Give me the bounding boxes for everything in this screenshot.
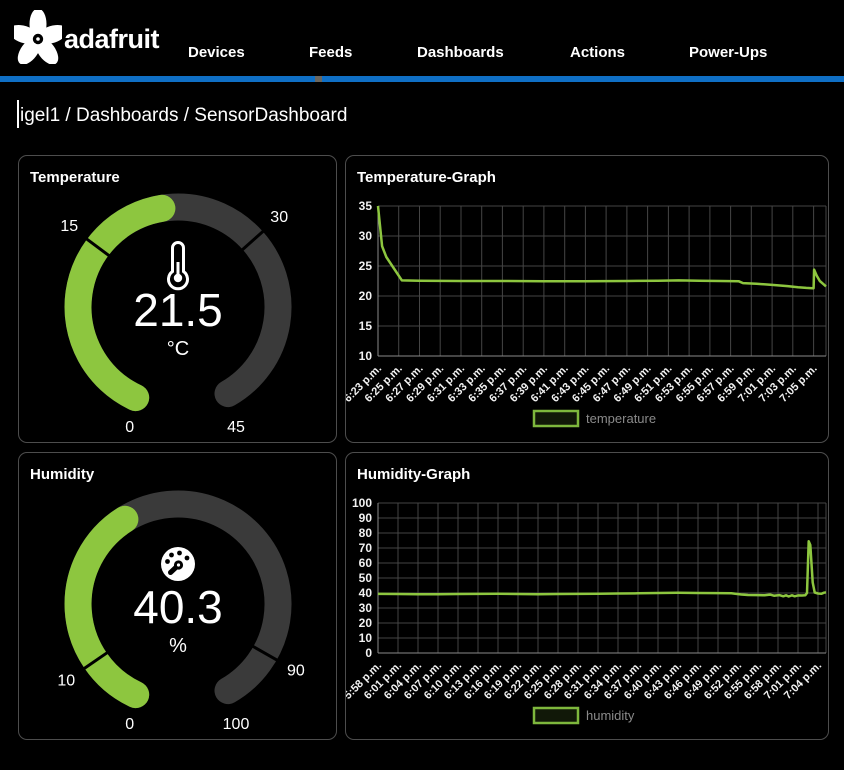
svg-text:35: 35 — [359, 199, 373, 213]
svg-text:10: 10 — [359, 631, 373, 645]
breadcrumb-dashboard-name[interactable]: SensorDashboard — [194, 105, 347, 126]
nav-item-powerups[interactable]: Power-Ups — [689, 44, 767, 61]
nav-item-dashboards[interactable]: Dashboards — [417, 44, 504, 61]
svg-text:temperature: temperature — [586, 411, 656, 426]
temperature-gauge: 15 30 0 45 21.5°C — [30, 189, 325, 441]
svg-text:°C: °C — [167, 338, 189, 360]
svg-text:10: 10 — [359, 349, 373, 363]
breadcrumb-dashboards[interactable]: Dashboards — [76, 105, 178, 126]
humidity-graph-canvas: 10090807060504030201005:58 p.m.6:01 p.m.… — [346, 487, 828, 740]
svg-text:15: 15 — [60, 218, 78, 235]
meter-icon — [161, 547, 195, 581]
dashboard-grid: Temperature 15 30 0 45 21.5°C Temperature-G… — [18, 155, 844, 740]
svg-text:90: 90 — [359, 511, 373, 525]
svg-text:0: 0 — [125, 716, 134, 733]
humidity-gauge: 10 90 0 100 40.3% — [30, 486, 325, 738]
svg-text:0: 0 — [365, 646, 372, 660]
svg-text:%: % — [169, 635, 187, 657]
svg-text:40: 40 — [359, 586, 373, 600]
svg-text:10: 10 — [57, 673, 75, 690]
nav-item-devices[interactable]: Devices — [188, 44, 245, 61]
svg-text:80: 80 — [359, 526, 373, 540]
thermometer-icon — [169, 243, 188, 289]
svg-text:15: 15 — [359, 319, 373, 333]
adafruit-logo[interactable]: adafruit — [14, 10, 159, 69]
breadcrumb-user[interactable]: igel1 — [20, 105, 60, 126]
svg-text:20: 20 — [359, 616, 373, 630]
humidity-graph-title: Humidity-Graph — [357, 463, 817, 486]
nav-item-actions[interactable]: Actions — [570, 44, 625, 61]
svg-text:70: 70 — [359, 541, 373, 555]
breadcrumb-separator: / — [178, 105, 194, 126]
humidity-graph-card: Humidity-Graph 10090807060504030201005:5… — [345, 452, 829, 740]
svg-text:30: 30 — [359, 229, 373, 243]
nav-item-feeds[interactable]: Feeds — [309, 44, 352, 61]
temperature-graph-card: Temperature-Graph 3530252015106:23 p.m.6… — [345, 155, 829, 443]
svg-text:20: 20 — [359, 289, 373, 303]
svg-text:100: 100 — [223, 716, 250, 733]
humidity-gauge-title: Humidity — [30, 463, 325, 486]
breadcrumb-separator: / — [60, 105, 76, 126]
svg-text:40.3: 40.3 — [133, 581, 223, 633]
top-navbar: adafruit Devices Feeds Dashboards Action… — [0, 0, 844, 76]
svg-text:100: 100 — [352, 496, 372, 510]
temperature-gauge-title: Temperature — [30, 166, 325, 189]
breadcrumb-row: igel1 / Dashboards / SensorDashboard — [0, 82, 844, 155]
svg-text:21.5: 21.5 — [133, 284, 223, 336]
humidity-gauge-card: Humidity 10 90 0 100 40.3% — [18, 452, 337, 740]
svg-text:30: 30 — [359, 601, 373, 615]
svg-text:25: 25 — [359, 259, 373, 273]
temperature-graph-canvas: 3530252015106:23 p.m.6:25 p.m.6:27 p.m.6… — [346, 190, 828, 443]
svg-text:60: 60 — [359, 556, 373, 570]
svg-text:humidity: humidity — [586, 708, 635, 723]
text-caret — [17, 100, 19, 128]
breadcrumb: igel1 / Dashboards / SensorDashboard — [20, 105, 347, 127]
brand-name: adafruit — [64, 24, 159, 55]
svg-text:0: 0 — [125, 419, 134, 436]
svg-text:90: 90 — [287, 663, 305, 680]
adafruit-flower-icon — [14, 10, 62, 69]
svg-text:30: 30 — [270, 209, 288, 226]
svg-text:45: 45 — [227, 419, 245, 436]
temperature-graph-title: Temperature-Graph — [357, 166, 817, 189]
temperature-gauge-card: Temperature 15 30 0 45 21.5°C — [18, 155, 337, 443]
svg-text:50: 50 — [359, 571, 373, 585]
